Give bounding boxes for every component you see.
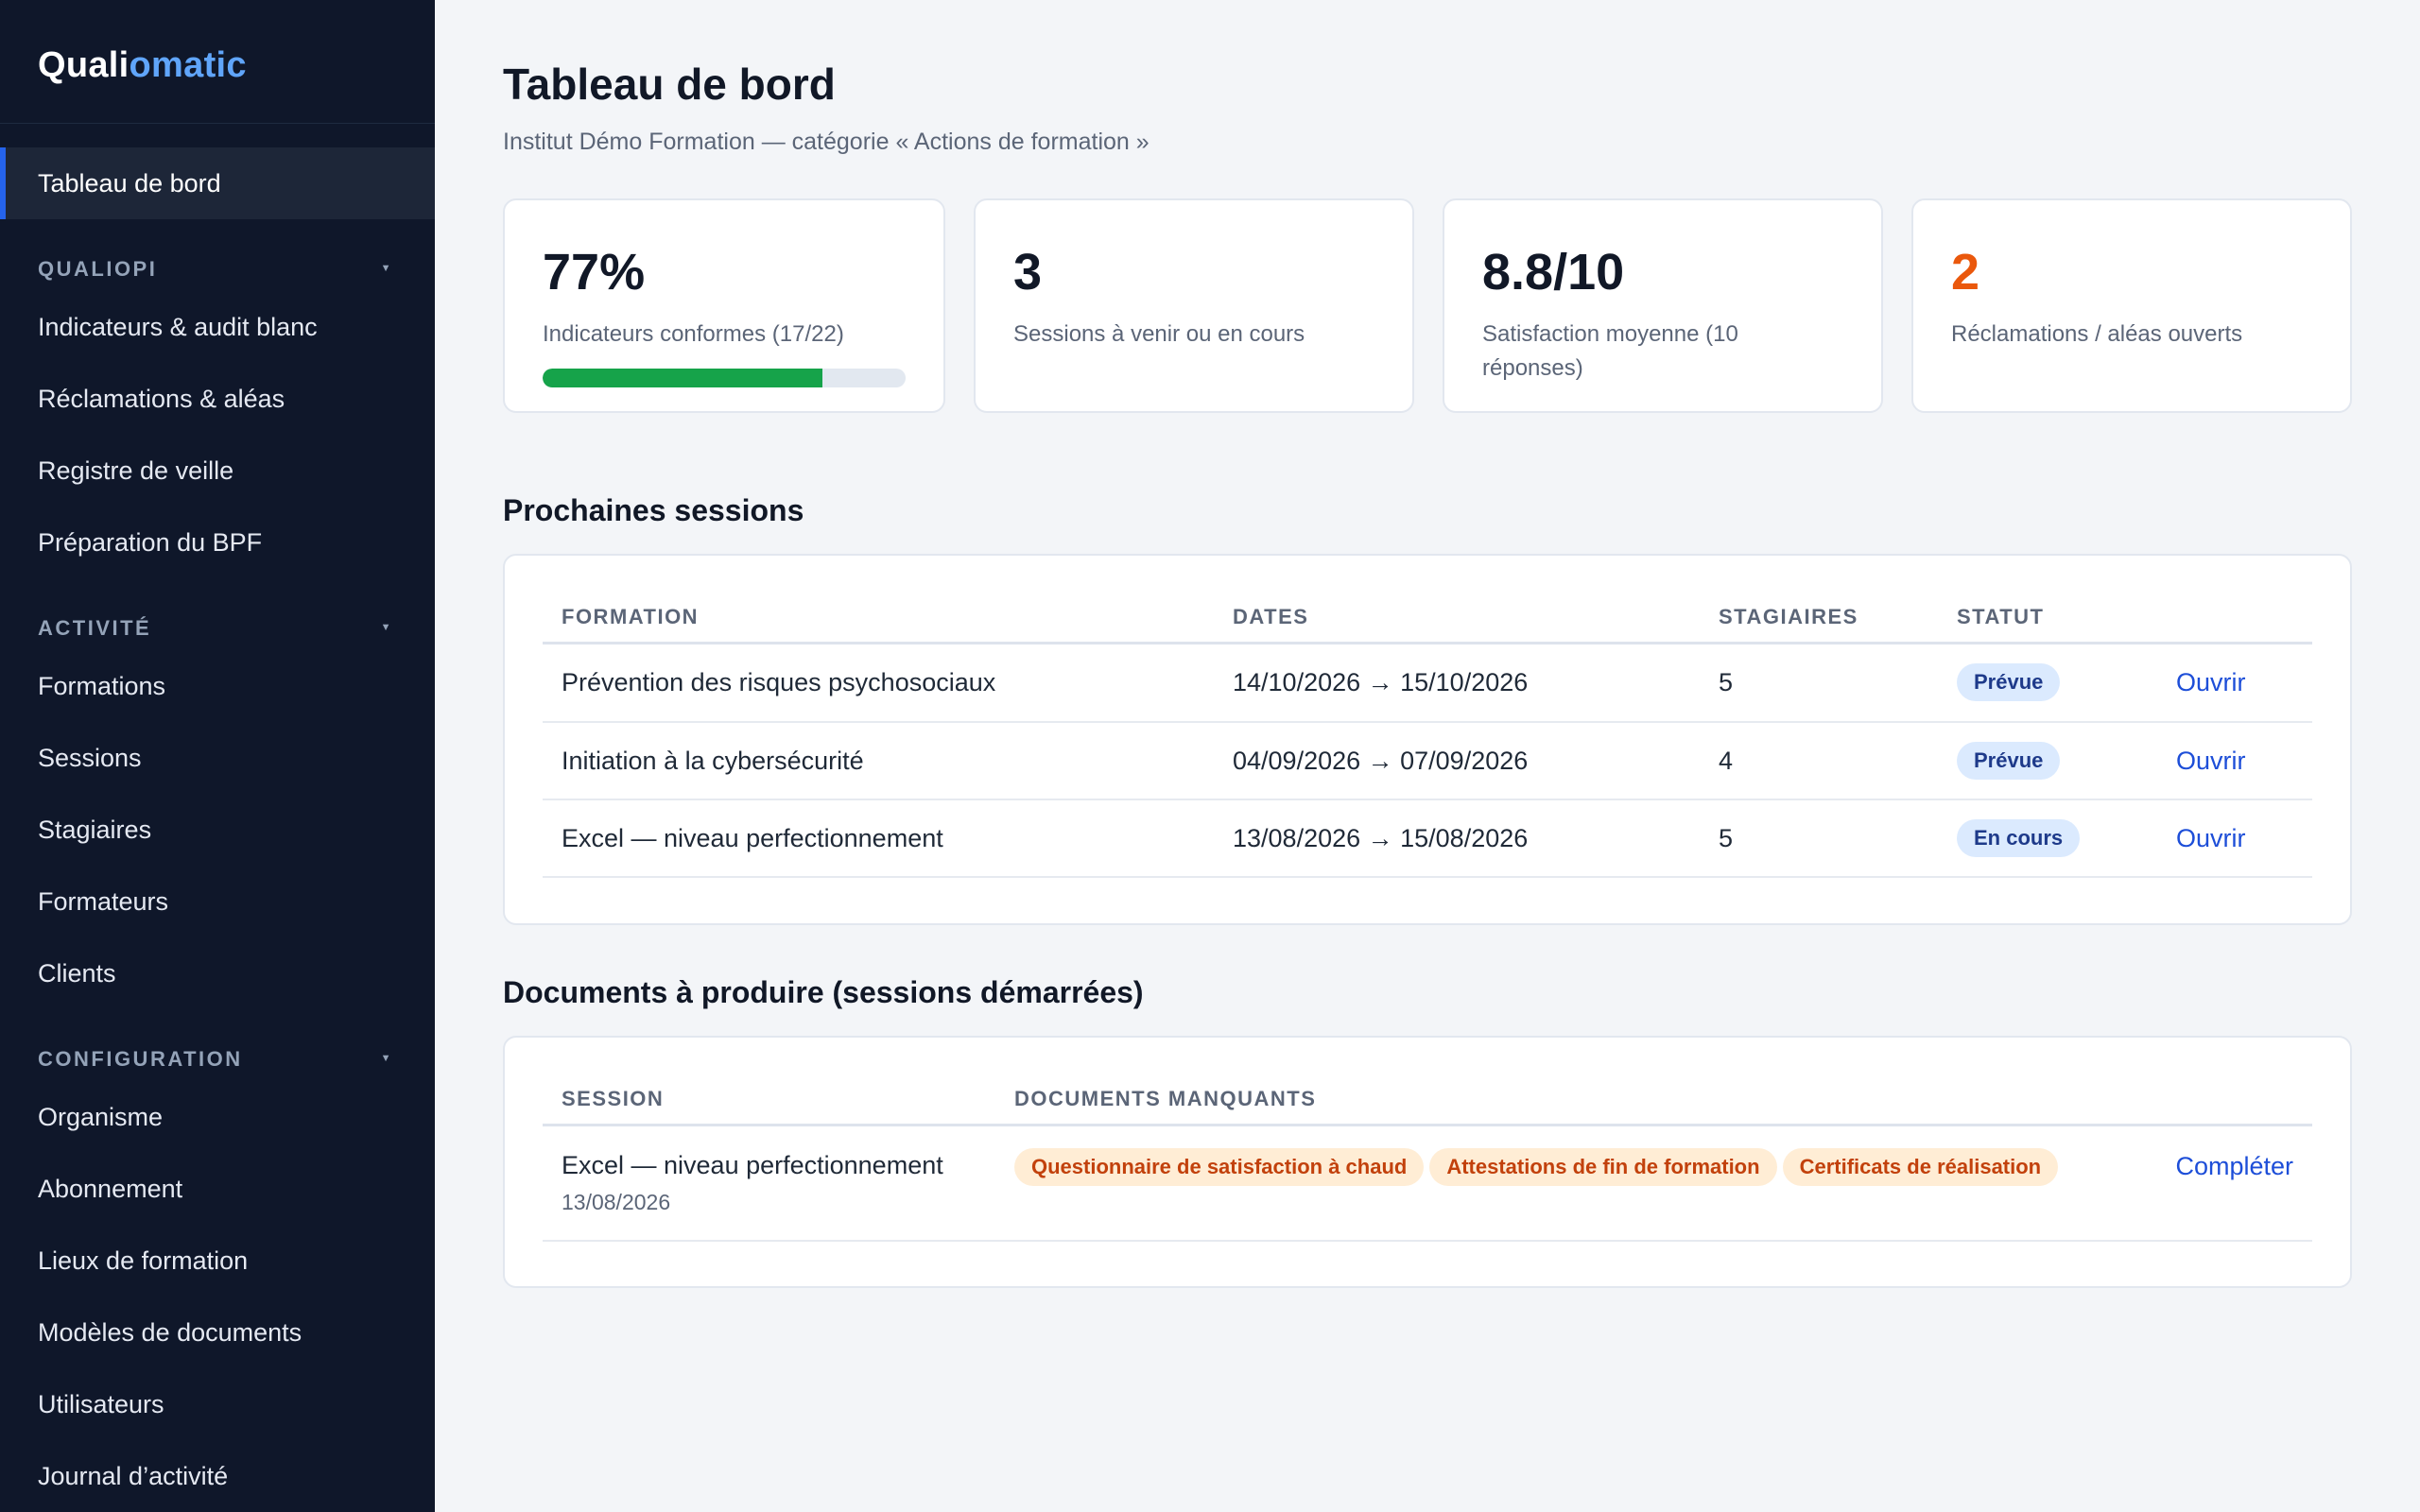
table-row: Prévention des risques psychosociaux 14/…: [543, 643, 2312, 723]
cell-stagiaires: 5: [1700, 799, 1938, 878]
column-header-dates: DATES: [1214, 593, 1700, 644]
cell-dates: 13/08/2026 → 15/08/2026: [1214, 799, 1700, 878]
table-row: Excel — niveau perfectionnement 13/08/20…: [543, 1125, 2312, 1242]
column-header-formation: FORMATION: [543, 593, 1214, 644]
cell-dates: 14/10/2026 → 15/10/2026: [1214, 643, 1700, 723]
stat-card-satisfaction: 8.8/10 Satisfaction moyenne (10 réponses…: [1443, 198, 1883, 413]
cell-action: Ouvrir: [2157, 799, 2312, 878]
sidebar-section-title: ACTIVITÉ: [38, 616, 152, 640]
brand-name-part2: omatic: [129, 45, 247, 85]
stats-row: 77% Indicateurs conformes (17/22) 3 Sess…: [503, 198, 2352, 413]
cell-statut: En cours: [1938, 799, 2157, 878]
cell-action: Ouvrir: [2157, 722, 2312, 800]
cell-dates: 04/09/2026 → 07/09/2026: [1214, 722, 1700, 800]
sidebar-section-qualiopi[interactable]: QUALIOPI ▼: [0, 219, 435, 291]
missing-document-badge: Questionnaire de satisfaction à chaud: [1014, 1147, 1425, 1186]
sidebar-item-abonnement[interactable]: Abonnement: [0, 1153, 435, 1225]
complete-documents-link[interactable]: Compléter: [2175, 1152, 2293, 1180]
sidebar-item-indicateurs[interactable]: Indicateurs & audit blanc: [0, 291, 435, 363]
column-header-documents: DOCUMENTS MANQUANTS: [995, 1075, 2133, 1126]
cell-session: Excel — niveau perfectionnement 13/08/20…: [543, 1125, 995, 1242]
status-badge: Prévue: [1957, 742, 2061, 780]
sidebar-section-title: QUALIOPI: [38, 257, 158, 281]
table-header-row: FORMATION DATES STAGIAIRES STATUT: [543, 593, 2312, 644]
open-session-link[interactable]: Ouvrir: [2176, 668, 2246, 696]
section-title-documents: Documents à produire (sessions démarrées…: [503, 975, 1144, 1009]
cell-formation: Excel — niveau perfectionnement: [543, 799, 1214, 878]
stat-value: 8.8/10: [1482, 244, 1625, 301]
stat-card-sessions: 3 Sessions à venir ou en cours: [974, 198, 1414, 413]
column-header-statut: STATUT: [1938, 593, 2157, 644]
stat-card-indicateurs: 77% Indicateurs conformes (17/22): [503, 198, 945, 413]
stat-label: Satisfaction moyenne (10 réponses): [1482, 321, 1738, 381]
session-name: Excel — niveau perfectionnement: [562, 1150, 943, 1179]
sidebar-item-dashboard[interactable]: Tableau de bord: [0, 147, 435, 219]
stat-value: 3: [1013, 244, 1043, 301]
documents-panel: SESSION DOCUMENTS MANQUANTS Excel — nive…: [503, 1036, 2352, 1288]
stat-label: Indicateurs conformes (17/22): [543, 321, 844, 347]
sidebar-item-reclamations[interactable]: Réclamations & aléas: [0, 363, 435, 435]
sessions-table: FORMATION DATES STAGIAIRES STATUT Préven…: [543, 593, 2312, 878]
cell-formation: Initiation à la cybersécurité: [543, 722, 1214, 800]
sidebar-section-configuration[interactable]: CONFIGURATION ▼: [0, 1009, 435, 1081]
cell-action: Compléter: [2133, 1125, 2312, 1242]
sidebar-item-clients[interactable]: Clients: [0, 937, 435, 1009]
section-title-sessions: Prochaines sessions: [503, 493, 804, 527]
sessions-panel: FORMATION DATES STAGIAIRES STATUT Préven…: [503, 554, 2352, 925]
stat-card-reclamations: 2 Réclamations / aléas ouverts: [1911, 198, 2352, 413]
stat-label: Sessions à venir ou en cours: [1013, 321, 1305, 347]
sidebar-item-utilisateurs[interactable]: Utilisateurs: [0, 1368, 435, 1440]
sidebar-item-lieux[interactable]: Lieux de formation: [0, 1225, 435, 1297]
sidebar-item-bpf[interactable]: Préparation du BPF: [0, 507, 435, 578]
page-subtitle: Institut Démo Formation — catégorie « Ac…: [503, 129, 1150, 155]
cell-stagiaires: 4: [1700, 722, 1938, 800]
table-row: Excel — niveau perfectionnement 13/08/20…: [543, 799, 2312, 878]
stat-value: 77%: [543, 244, 646, 301]
missing-document-badge: Certificats de réalisation: [1782, 1147, 2059, 1186]
column-header-session: SESSION: [543, 1075, 995, 1126]
open-session-link[interactable]: Ouvrir: [2176, 747, 2246, 775]
chevron-down-icon: ▼: [380, 1053, 393, 1064]
session-date: 13/08/2026: [562, 1189, 671, 1214]
cell-missing-documents: Questionnaire de satisfaction à chaud Att…: [995, 1125, 2133, 1242]
sidebar-item-registre-veille[interactable]: Registre de veille: [0, 435, 435, 507]
documents-table: SESSION DOCUMENTS MANQUANTS Excel — nive…: [543, 1075, 2312, 1242]
sidebar-section-activite[interactable]: ACTIVITÉ ▼: [0, 578, 435, 650]
page-title: Tableau de bord: [503, 60, 836, 109]
sidebar-item-sessions[interactable]: Sessions: [0, 722, 435, 794]
open-session-link[interactable]: Ouvrir: [2176, 824, 2246, 852]
sidebar-item-formations[interactable]: Formations: [0, 650, 435, 722]
column-header-stagiaires: STAGIAIRES: [1700, 593, 1938, 644]
table-row: Initiation à la cybersécurité 04/09/2026…: [543, 722, 2312, 800]
stat-value: 2: [1951, 244, 1980, 301]
sidebar-section-title: CONFIGURATION: [38, 1047, 243, 1071]
cell-action: Ouvrir: [2157, 643, 2312, 723]
progress-bar-fill: [543, 369, 822, 387]
stat-label: Réclamations / aléas ouverts: [1951, 321, 2243, 347]
status-badge: Prévue: [1957, 663, 2061, 702]
brand-logo[interactable]: Qualiomatic: [0, 0, 435, 124]
chevron-down-icon: ▼: [380, 263, 393, 274]
brand-name-part1: Quali: [38, 45, 130, 85]
cell-formation: Prévention des risques psychosociaux: [543, 643, 1214, 723]
sidebar-item-journal[interactable]: Journal d’activité: [0, 1440, 435, 1512]
sidebar-nav: Tableau de bord QUALIOPI ▼ Indicateurs &…: [0, 124, 435, 1512]
cell-statut: Prévue: [1938, 643, 2157, 723]
sidebar: Qualiomatic Tableau de bord QUALIOPI ▼ I…: [0, 0, 435, 1512]
cell-statut: Prévue: [1938, 722, 2157, 800]
sidebar-item-organisme[interactable]: Organisme: [0, 1081, 435, 1153]
chevron-down-icon: ▼: [380, 622, 393, 633]
progress-bar: [543, 369, 906, 387]
missing-document-badge: Attestations de fin de formation: [1429, 1147, 1777, 1186]
sidebar-item-stagiaires[interactable]: Stagiaires: [0, 794, 435, 866]
status-badge: En cours: [1957, 819, 2081, 857]
table-header-row: SESSION DOCUMENTS MANQUANTS: [543, 1075, 2312, 1126]
column-header-actions: [2133, 1075, 2312, 1126]
sidebar-item-modeles[interactable]: Modèles de documents: [0, 1297, 435, 1368]
column-header-actions: [2157, 593, 2312, 644]
sidebar-item-formateurs[interactable]: Formateurs: [0, 866, 435, 937]
cell-stagiaires: 5: [1700, 643, 1938, 723]
